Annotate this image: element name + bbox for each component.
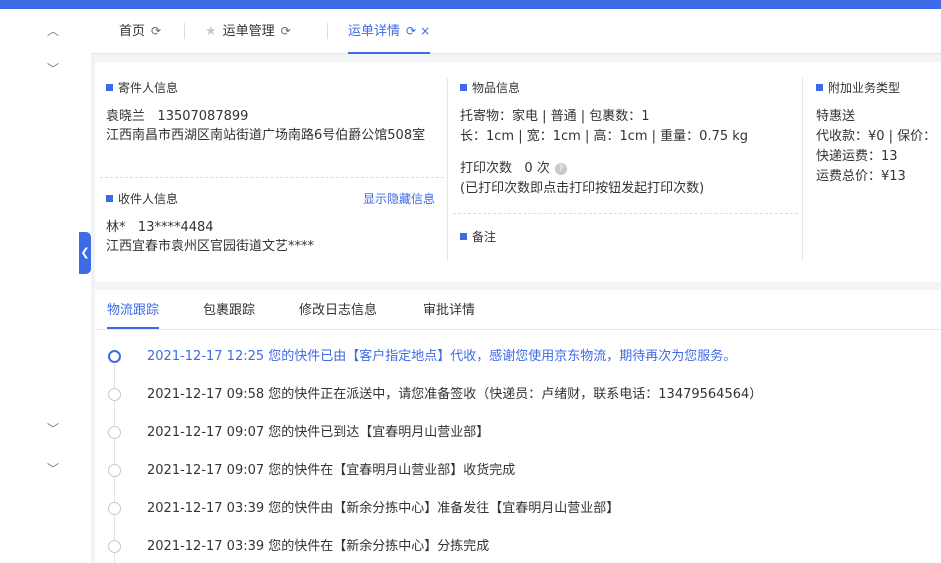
column-divider [802, 78, 803, 261]
tab-approval-details[interactable]: 审批详情 [423, 293, 475, 329]
tab-waybill-management-label: 运单管理 [222, 24, 275, 39]
tab-waybill-detail[interactable]: 运单详情 ⟳ × [348, 9, 431, 54]
receiver-address: 江西宜春市袁州区官园街道文艺**** [106, 239, 315, 254]
refresh-icon[interactable]: ⟳ [151, 24, 161, 38]
sender-address: 江西南昌市西湖区南站街道广场南路6号伯爵公馆508室 [106, 128, 426, 143]
timeline-event: 2021-12-17 09:07 您的快件在【宜春明月山营业部】收货完成 [147, 463, 516, 478]
goods-section-title: 物品信息 [460, 80, 520, 96]
show-hidden-info-link[interactable]: 显示隐藏信息 [363, 190, 435, 208]
sender-section-title: 寄件人信息 [106, 80, 178, 96]
print-count: 打印次数 0 次? [460, 160, 567, 178]
timeline-dot [108, 502, 121, 515]
express-fee: 快递运费：13 [816, 149, 898, 164]
print-count-label: 打印次数 [460, 161, 513, 176]
help-icon[interactable]: ? [554, 163, 567, 175]
tab-change-log[interactable]: 修改日志信息 [299, 293, 377, 329]
sender-title-text: 寄件人信息 [118, 81, 179, 95]
tab-home-label: 首页 [119, 24, 146, 39]
print-count-note: (已打印次数即点击打印按钮发起打印次数) [460, 181, 705, 196]
divider [100, 177, 444, 178]
section-marker [460, 84, 467, 91]
receiver-phone: 13****4484 [137, 220, 214, 235]
chevron-up-icon[interactable]: ︿ [45, 23, 61, 39]
top-accent-bar [0, 0, 941, 9]
refresh-icon[interactable]: ⟳ [406, 24, 416, 38]
total-fee: 运费总价：¥13 [816, 169, 906, 184]
tab-divider [327, 23, 328, 39]
tab-home[interactable]: 首页 ⟳ [119, 9, 161, 54]
timeline-event: 2021-12-17 12:25 您的快件已由【客户指定地点】代收，感谢您使用京… [147, 349, 737, 364]
extra-title-text: 附加业务类型 [828, 81, 901, 95]
timeline-event: 2021-12-17 09:07 您的快件已到达【宜春明月山营业部】 [147, 425, 490, 440]
receiver-contact: 林* 13****4484 [106, 219, 214, 237]
print-count-value: 0 次 [524, 161, 550, 176]
chevron-down-icon[interactable]: ﹀ [45, 421, 61, 437]
timeline-event: 2021-12-17 03:39 您的快件在【新余分拣中心】分拣完成 [147, 539, 490, 554]
remark-section-title: 备注 [460, 229, 496, 245]
receiver-section-title: 收件人信息 [106, 191, 178, 207]
receiver-name: 林* [106, 220, 126, 235]
section-marker [106, 195, 113, 202]
timeline-event: 2021-12-17 03:39 您的快件由【新余分拣中心】准备发往【宜春明月山… [147, 501, 620, 516]
close-icon[interactable]: × [420, 24, 430, 38]
chevron-down-icon[interactable]: ﹀ [45, 461, 61, 477]
cod-and-insurance: 代收款：¥0 | 保价： [816, 129, 937, 144]
column-divider [447, 78, 448, 261]
tab-logistics-tracking[interactable]: 物流跟踪 [107, 293, 160, 329]
section-marker [460, 233, 467, 240]
sender-phone: 13507087899 [157, 109, 249, 124]
chevron-down-icon[interactable]: ﹀ [45, 61, 61, 77]
sender-name: 袁晓兰 [106, 109, 146, 124]
timeline-dot [108, 464, 121, 477]
timeline-event: 2021-12-17 09:58 您的快件正在派送中，请您准备签收（快递员：卢绪… [147, 387, 763, 402]
section-marker [816, 84, 823, 91]
tab-waybill-detail-label: 运单详情 [348, 24, 401, 39]
timeline-dot [108, 426, 121, 439]
timeline-dot-current [108, 350, 121, 363]
page-tab-bar: 首页 ⟳ ★ 运单管理 ⟳ 运单详情 ⟳ × [91, 9, 941, 54]
receiver-title-text: 收件人信息 [118, 192, 179, 206]
tab-divider [184, 23, 185, 39]
sender-contact: 袁晓兰 13507087899 [106, 108, 248, 126]
chevron-left-icon: ❮ [80, 246, 90, 259]
timeline-dot [108, 388, 121, 401]
goods-line-1: 托寄物：家电 | 普通 | 包裹数：1 [460, 109, 650, 124]
sidebar-collapse-handle[interactable]: ❮ [79, 232, 91, 274]
extra-service-section-title: 附加业务类型 [816, 80, 900, 96]
remark-title-text: 备注 [472, 230, 497, 244]
divider [453, 213, 798, 214]
tab-package-tracking[interactable]: 包裹跟踪 [203, 293, 255, 329]
refresh-icon[interactable]: ⟳ [281, 24, 291, 38]
tab-waybill-management[interactable]: ★ 运单管理 ⟳ [205, 9, 291, 54]
goods-line-2: 长：1cm | 宽：1cm | 高：1cm | 重量：0.75 kg [460, 129, 749, 144]
sidebar: ︿ ﹀ ﹀ ﹀ [0, 9, 80, 563]
goods-title-text: 物品信息 [472, 81, 521, 95]
service-type: 特惠送 [816, 109, 856, 124]
timeline-dot [108, 540, 121, 553]
section-marker [106, 84, 113, 91]
divider [95, 329, 941, 330]
star-icon[interactable]: ★ [205, 24, 217, 39]
